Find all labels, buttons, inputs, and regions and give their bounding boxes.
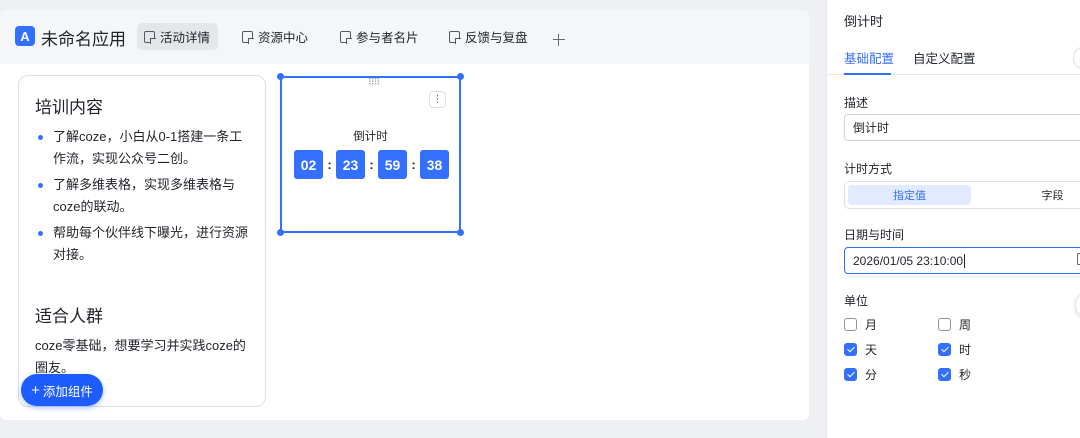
page-icon bbox=[449, 30, 461, 44]
unit-checkbox-minute[interactable]: 分 bbox=[844, 366, 877, 383]
resize-handle[interactable] bbox=[457, 229, 464, 236]
countdown-display: 02 : 23 : 59 : 38 bbox=[294, 150, 449, 179]
active-tab-indicator bbox=[844, 73, 891, 75]
content-card[interactable]: 培训内容 了解coze，小白从0-1搭建一条工作流，实现公众号二创。 了解多维表… bbox=[18, 75, 266, 407]
resize-handle[interactable] bbox=[277, 229, 284, 236]
countdown-hours: 23 bbox=[336, 150, 365, 179]
checkbox-label: 时 bbox=[959, 343, 972, 357]
unit-checkbox-month[interactable]: 月 bbox=[844, 316, 877, 333]
unit-checkbox-day[interactable]: 天 bbox=[844, 341, 877, 358]
unit-label: 单位 bbox=[844, 294, 869, 308]
config-panel: 倒计时 基础配置 自定义配置 描述 倒计时 计时方式 指定值 字段 日期与时间 … bbox=[826, 0, 1080, 438]
floating-assistant-icon[interactable] bbox=[1075, 292, 1080, 318]
page-canvas: 培训内容 了解coze，小白从0-1搭建一条工作流，实现公众号二创。 了解多维表… bbox=[0, 64, 809, 420]
countdown-widget[interactable]: ⠿⠿ ⋮ 倒计时 02 : 23 : 59 : 38 bbox=[277, 73, 464, 236]
panel-title: 倒计时 bbox=[844, 14, 884, 29]
text-caret bbox=[964, 253, 966, 268]
drag-handle-icon[interactable]: ⠿⠿ bbox=[368, 78, 380, 87]
timing-mode-label: 计时方式 bbox=[844, 162, 893, 176]
unit-checkbox-second[interactable]: 秒 bbox=[938, 366, 971, 383]
app-logo-icon: A bbox=[15, 26, 35, 46]
checkbox-icon bbox=[938, 318, 951, 331]
add-widget-label: 添加组件 bbox=[42, 384, 93, 399]
countdown-title: 倒计时 bbox=[353, 131, 388, 143]
section-title: 培训内容 bbox=[35, 98, 103, 117]
countdown-separator: : bbox=[411, 157, 416, 172]
unit-checkbox-hour[interactable]: 时 bbox=[938, 341, 971, 358]
tab-feedback-review[interactable]: 反馈与复盘 bbox=[442, 23, 536, 50]
page-icon bbox=[242, 30, 254, 44]
training-list: 了解coze，小白从0-1搭建一条工作流，实现公众号二创。 了解多维表格，实现多… bbox=[35, 126, 249, 266]
panel-toggle-icon[interactable] bbox=[1073, 46, 1080, 70]
page-icon bbox=[340, 30, 352, 44]
app-name: 未命名应用 bbox=[41, 30, 126, 49]
resize-handle[interactable] bbox=[277, 73, 284, 80]
tab-label: 参与者名片 bbox=[356, 31, 419, 45]
mode-option-fixed[interactable]: 指定值 bbox=[848, 185, 971, 205]
mode-option-field[interactable]: 字段 bbox=[991, 185, 1080, 205]
countdown-separator: : bbox=[327, 157, 332, 172]
add-tab-icon[interactable] bbox=[551, 32, 567, 48]
tab-label: 反馈与复盘 bbox=[465, 31, 528, 45]
page-icon bbox=[144, 30, 156, 44]
datetime-label: 日期与时间 bbox=[844, 228, 905, 242]
countdown-minutes: 59 bbox=[378, 150, 407, 179]
description-label: 描述 bbox=[844, 96, 869, 110]
checkbox-checked-icon bbox=[938, 343, 951, 356]
more-options-icon[interactable]: ⋮ bbox=[429, 91, 446, 108]
list-item: 了解coze，小白从0-1搭建一条工作流，实现公众号二创。 bbox=[35, 126, 249, 170]
datetime-input[interactable]: 2026/01/05 23:10:00 bbox=[844, 247, 1080, 274]
checkbox-label: 周 bbox=[959, 318, 972, 332]
countdown-separator: : bbox=[369, 157, 374, 172]
workspace: A 未命名应用 活动详情 资源中心 参与者名片 反馈与复盘 培训内容 了解coz… bbox=[0, 10, 809, 420]
top-tab-bar: A 未命名应用 活动详情 资源中心 参与者名片 反馈与复盘 bbox=[0, 10, 809, 64]
tab-participant-cards[interactable]: 参与者名片 bbox=[333, 23, 427, 50]
tab-basic-config[interactable]: 基础配置 bbox=[844, 48, 894, 67]
checkbox-label: 秒 bbox=[959, 368, 972, 382]
checkbox-label: 月 bbox=[865, 318, 878, 332]
timing-mode-segmented: 指定值 字段 bbox=[844, 181, 1080, 209]
countdown-days: 02 bbox=[294, 150, 323, 179]
description-input[interactable]: 倒计时 bbox=[844, 114, 1080, 141]
tab-resource-center[interactable]: 资源中心 bbox=[235, 23, 316, 50]
datetime-value: 2026/01/05 23:10:00 bbox=[853, 253, 964, 268]
checkbox-checked-icon bbox=[938, 368, 951, 381]
checkbox-icon bbox=[844, 318, 857, 331]
checkbox-label: 天 bbox=[865, 343, 878, 357]
resize-handle[interactable] bbox=[457, 73, 464, 80]
unit-checkbox-week[interactable]: 周 bbox=[938, 316, 971, 333]
list-item: 帮助每个伙伴线下曝光，进行资源对接。 bbox=[35, 222, 249, 266]
checkbox-checked-icon bbox=[844, 343, 857, 356]
section-title: 适合人群 bbox=[35, 307, 103, 326]
tab-label: 活动详情 bbox=[160, 31, 211, 45]
description-value: 倒计时 bbox=[853, 121, 890, 135]
checkbox-label: 分 bbox=[865, 368, 878, 382]
add-widget-button[interactable]: + 添加组件 bbox=[21, 374, 103, 406]
audience-text: coze零基础，想要学习并实践coze的圈友。 bbox=[35, 338, 246, 375]
tab-activity-details[interactable]: 活动详情 bbox=[137, 23, 219, 50]
countdown-seconds: 38 bbox=[420, 150, 449, 179]
checkbox-checked-icon bbox=[844, 368, 857, 381]
tab-label: 资源中心 bbox=[258, 31, 309, 45]
tab-custom-config[interactable]: 自定义配置 bbox=[913, 48, 976, 67]
list-item: 了解多维表格，实现多维表格与coze的联动。 bbox=[35, 174, 249, 218]
plus-icon: + bbox=[31, 381, 40, 399]
